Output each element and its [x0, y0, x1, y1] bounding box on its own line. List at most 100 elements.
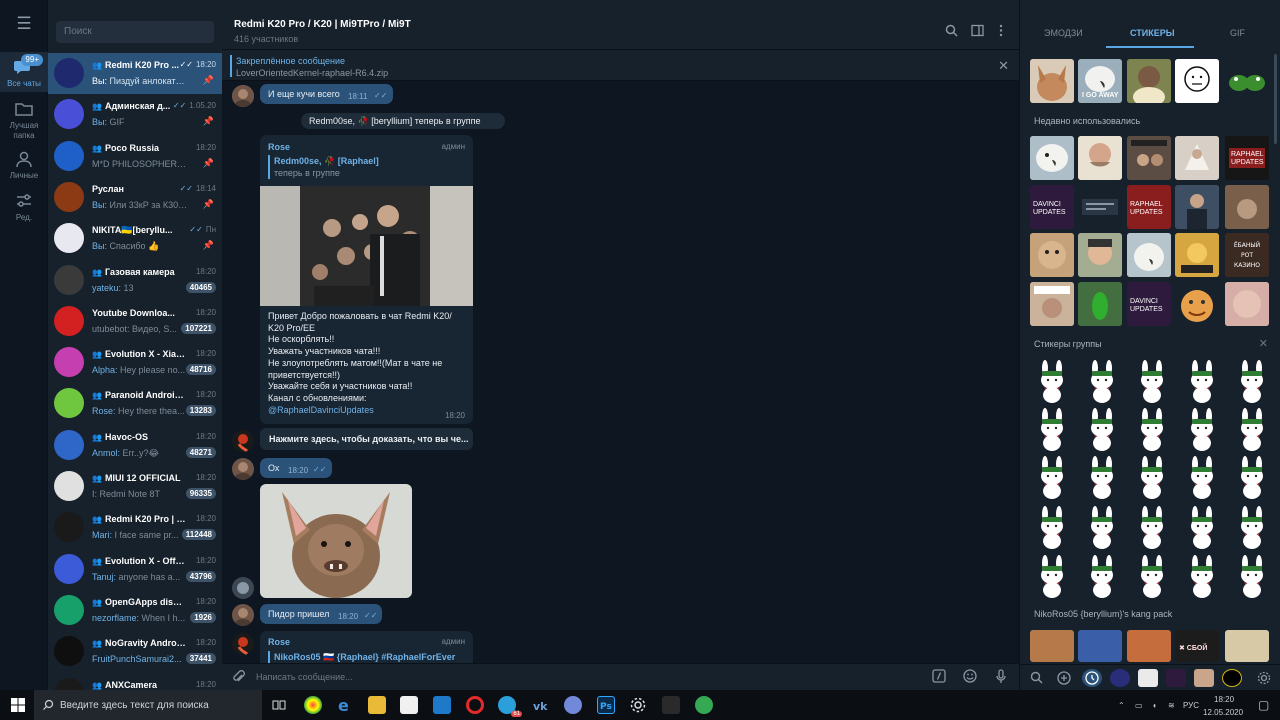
- mi-bunny-sticker[interactable]: [1032, 408, 1072, 452]
- mail-icon[interactable]: [433, 696, 451, 714]
- sticker[interactable]: [1175, 282, 1219, 326]
- more-icon[interactable]: [998, 24, 1004, 40]
- chat-list-item[interactable]: 👥 Газовая камера 18:20 yateku: 13 40465: [48, 260, 222, 301]
- sticker[interactable]: [1030, 630, 1074, 662]
- attach-icon[interactable]: [232, 669, 245, 687]
- search-icon[interactable]: [1026, 669, 1046, 687]
- mi-bunny-sticker[interactable]: [1182, 555, 1222, 599]
- sticker[interactable]: [1078, 630, 1122, 662]
- sticker[interactable]: [1127, 233, 1171, 277]
- sticker[interactable]: [1225, 282, 1269, 326]
- photo-message[interactable]: [260, 484, 412, 598]
- sticker-set-icon[interactable]: [1222, 669, 1242, 687]
- chat-list-item[interactable]: 👥 ANXCamera 18:20: [48, 673, 222, 690]
- avatar[interactable]: [232, 430, 254, 452]
- sticker-set-icon[interactable]: [1194, 669, 1214, 687]
- windows-start-icon[interactable]: [11, 698, 25, 715]
- chat-list-item[interactable]: 👥 MIUI 12 OFFICIAL 18:20 I: Redmi Note 8T 9…: [48, 466, 222, 507]
- mi-bunny-sticker[interactable]: [1232, 555, 1272, 599]
- sticker[interactable]: DAVINCI UPDATES: [1030, 185, 1074, 229]
- chat-list-item[interactable]: NIKITA🇺🇦[beryllu... ✓✓ Пн Вы: Спасибо 👍 📌: [48, 218, 222, 259]
- telegram-icon[interactable]: 61: [498, 696, 522, 717]
- verify-button[interactable]: Нажмите здесь, чтобы доказать, что вы че…: [260, 428, 473, 450]
- clock-date[interactable]: 12.05.2020: [1203, 708, 1243, 717]
- sticker[interactable]: [1127, 630, 1171, 662]
- folder-edit[interactable]: Ред.: [0, 192, 48, 223]
- avatar[interactable]: [232, 577, 254, 599]
- search-icon[interactable]: [945, 24, 958, 40]
- sticker[interactable]: [1225, 59, 1269, 103]
- mi-bunny-sticker[interactable]: [1082, 506, 1122, 550]
- mi-bunny-sticker[interactable]: [1182, 408, 1222, 452]
- clock-time[interactable]: 18:20: [1214, 695, 1234, 704]
- avatar[interactable]: [232, 458, 254, 480]
- sticker[interactable]: [1175, 59, 1219, 103]
- search-input[interactable]: Поиск: [56, 21, 214, 43]
- mi-bunny-sticker[interactable]: [1132, 408, 1172, 452]
- mi-bunny-sticker[interactable]: [1032, 456, 1072, 500]
- sticker[interactable]: [1030, 282, 1074, 326]
- sticker-set-icon[interactable]: [1138, 669, 1158, 687]
- keyboard-language[interactable]: РУС: [1183, 701, 1199, 710]
- message-bubble[interactable]: Пидор пришел 18:20 ✓✓: [260, 604, 382, 624]
- notification-icon[interactable]: ▢: [1258, 698, 1269, 712]
- mi-bunny-sticker[interactable]: [1132, 506, 1172, 550]
- mi-bunny-sticker[interactable]: [1032, 555, 1072, 599]
- opera-icon[interactable]: [466, 696, 484, 714]
- avatar[interactable]: [232, 604, 254, 626]
- avatar[interactable]: [232, 633, 254, 655]
- mi-bunny-sticker[interactable]: [1032, 506, 1072, 550]
- mi-bunny-sticker[interactable]: [1132, 360, 1172, 404]
- tray-volume-icon[interactable]: ◖: [1152, 701, 1157, 710]
- sender-name[interactable]: Rose: [268, 637, 290, 647]
- sticker-set-icon[interactable]: [1166, 669, 1186, 687]
- sidebar-toggle-icon[interactable]: [971, 24, 984, 40]
- welcome-photo[interactable]: [260, 186, 473, 306]
- sticker[interactable]: [1175, 185, 1219, 229]
- folder-personal[interactable]: Личные: [0, 150, 48, 181]
- chat-list-item[interactable]: 👥 Paranoid Android... 18:20 Rose: Hey there…: [48, 383, 222, 424]
- mi-bunny-sticker[interactable]: [1082, 360, 1122, 404]
- panel-scrollbar[interactable]: [1274, 54, 1277, 144]
- vk-icon[interactable]: vk: [532, 696, 550, 714]
- sticker[interactable]: [1030, 59, 1074, 103]
- bot-command-icon[interactable]: [932, 669, 946, 686]
- tab-emoji[interactable]: ЭМОДЗИ: [1044, 28, 1083, 38]
- sticker[interactable]: I GO AWAY: [1078, 59, 1122, 103]
- mi-bunny-sticker[interactable]: [1082, 555, 1122, 599]
- taskbar-search[interactable]: Введите здесь текст для поиска: [34, 690, 262, 720]
- sticker[interactable]: ЁБАНЫЙ РОТ КАЗИНО: [1225, 233, 1269, 277]
- chat-list-item[interactable]: 👥 Evolution X - Offici... 18:20 Tanuj: anyo…: [48, 549, 222, 590]
- chrome-icon[interactable]: [304, 696, 322, 714]
- mi-bunny-sticker[interactable]: [1032, 360, 1072, 404]
- sender-name[interactable]: Rose: [268, 142, 290, 152]
- mi-bunny-sticker[interactable]: [1082, 408, 1122, 452]
- mi-bunny-sticker[interactable]: [1232, 506, 1272, 550]
- tab-stickers[interactable]: СТИКЕРЫ: [1130, 28, 1175, 38]
- photoshop-icon[interactable]: Ps: [597, 696, 615, 714]
- sticker-set-icon[interactable]: [1110, 669, 1130, 687]
- sticker[interactable]: [1127, 136, 1171, 180]
- message-bubble[interactable]: Rose админ Redm00se, 🥀 [Raphael] теперь …: [260, 135, 473, 424]
- mi-bunny-sticker[interactable]: [1182, 456, 1222, 500]
- chat-list-item[interactable]: 👥OpenGApps discus... 18:20 nezorflame: Whe…: [48, 590, 222, 631]
- sticker[interactable]: [1078, 185, 1122, 229]
- sticker[interactable]: [1175, 136, 1219, 180]
- mi-bunny-sticker[interactable]: [1232, 360, 1272, 404]
- message-bubble[interactable]: Rose админ NikoRos05 🇷🇺 {Raphael} #Rapha…: [260, 631, 473, 663]
- sticker[interactable]: [1078, 233, 1122, 277]
- chat-list-item[interactable]: 👥 Redmi K20 Pro | M... 18:20 Mari: I face s…: [48, 507, 222, 548]
- mi-bunny-sticker[interactable]: [1132, 456, 1172, 500]
- chat-list-item[interactable]: 👥 NoGravity Androi... 18:20 FruitPunchSamur…: [48, 631, 222, 672]
- message-input[interactable]: Написать сообщение...: [256, 672, 353, 682]
- tray-wifi-icon[interactable]: ≋: [1168, 701, 1175, 710]
- store-icon[interactable]: [400, 696, 418, 714]
- sticker[interactable]: DAVINCI UPDATES: [1127, 282, 1171, 326]
- close-icon[interactable]: ✕: [998, 58, 1009, 74]
- sticker[interactable]: [1225, 185, 1269, 229]
- mi-bunny-sticker[interactable]: [1082, 456, 1122, 500]
- tab-gif[interactable]: GIF: [1230, 28, 1245, 38]
- recent-clock-icon[interactable]: [1082, 669, 1102, 687]
- mi-bunny-sticker[interactable]: [1182, 360, 1222, 404]
- chat-list-item[interactable]: Youtube Downloa... 18:20 utubebot: Видео,…: [48, 301, 222, 342]
